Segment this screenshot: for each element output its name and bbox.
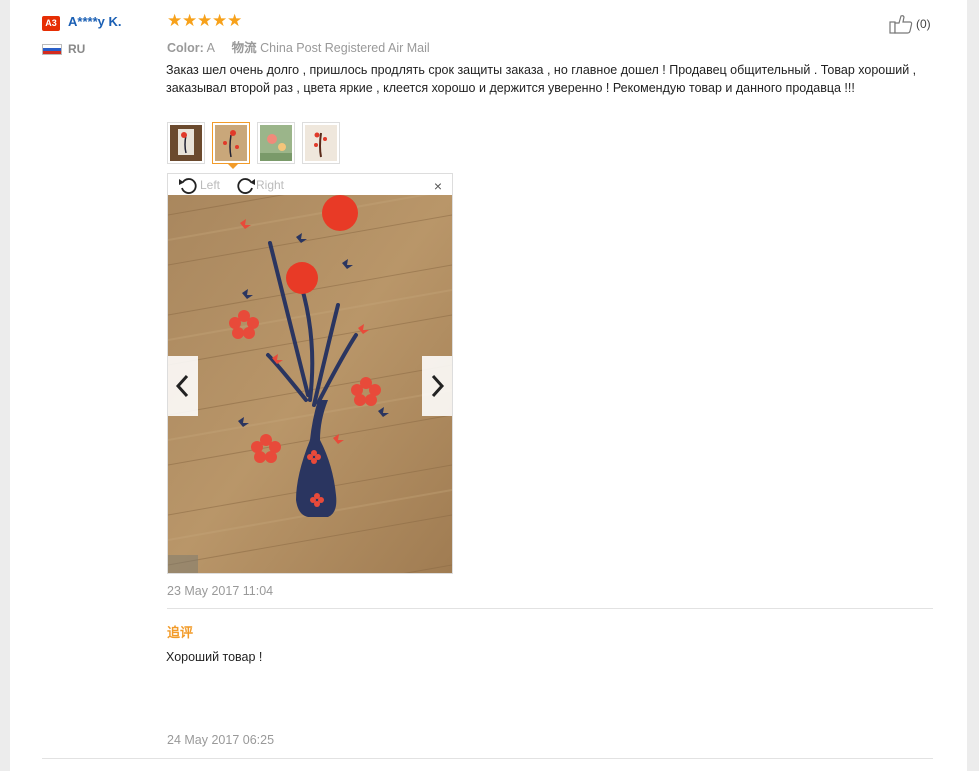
star-icon: ★ [167,11,183,30]
buyer-level-badge: A3 [42,16,60,31]
thumbs-up-icon [889,15,913,34]
helpful-button[interactable]: (0) [889,14,931,34]
followup-text: Хороший товар ! [166,650,263,664]
photo-thumbnail[interactable] [302,122,340,164]
rotate-right-label: Right [256,178,285,192]
reviewer-country: RU [68,42,86,56]
helpful-count: (0) [916,17,931,31]
color-value: A [206,41,215,55]
thumbnail-image [305,125,337,161]
followup-title: 追评 [167,625,194,640]
review-panel [10,0,967,771]
star-icon: ★ [227,11,243,30]
selected-indicator [228,164,238,169]
rotate-left-button[interactable]: Left [178,176,220,194]
review-text: Заказ шел очень долго , пришлось продлят… [166,63,917,95]
color-label: Color: [167,41,204,55]
divider [42,758,933,759]
star-icon: ★ [182,11,198,30]
shipping-value: China Post Registered Air Mail [260,41,430,55]
thumbnail-image [215,125,247,161]
close-viewer-button[interactable]: × [434,178,442,194]
review-meta: Color: A 物流 China Post Registered Air Ma… [167,37,430,56]
review-date: 23 May 2017 11:04 [167,584,274,598]
next-photo-button[interactable] [422,356,452,416]
thumbnail-image [170,125,202,161]
rotate-left-icon [179,178,197,194]
rotate-right-icon [237,178,255,194]
shipping-label: 物流 [231,41,257,55]
photo-thumbnails [167,122,340,169]
star-icon: ★ [197,11,213,30]
star-rating: ★ ★ ★ ★ ★ [167,11,242,31]
thumbnail-image [260,125,292,161]
star-icon: ★ [212,11,228,30]
previous-photo-button[interactable] [168,356,198,416]
divider [167,608,933,609]
chevron-right-icon [431,374,445,398]
russia-flag-icon [42,44,62,55]
photo-thumbnail[interactable] [257,122,295,164]
rotate-left-label: Left [200,178,221,192]
followup-date: 24 May 2017 06:25 [167,733,275,747]
rotate-right-button[interactable]: Right [234,176,284,194]
photo-viewer: Left Right × [167,173,453,574]
wall-sticker-photo [168,195,452,573]
review-photo [168,195,452,573]
photo-thumbnail[interactable] [167,122,205,164]
photo-thumbnail-selected[interactable] [212,122,250,169]
chevron-left-icon [175,374,189,398]
reviewer-name: A****y K. [68,14,122,29]
